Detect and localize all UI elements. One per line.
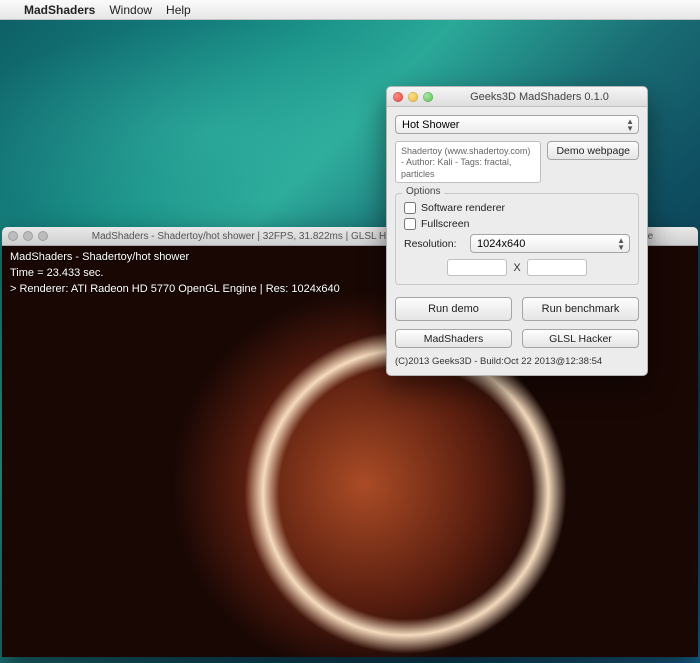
close-icon[interactable] [8, 231, 18, 241]
minimize-icon[interactable] [23, 231, 33, 241]
zoom-icon[interactable] [423, 92, 433, 102]
chevron-updown-icon: ▲▼ [626, 118, 634, 132]
software-renderer-input[interactable] [404, 202, 416, 214]
settings-window: Geeks3D MadShaders 0.1.0 Hot Shower ▲▼ S… [386, 86, 648, 376]
overlay-line-time: Time = 23.433 sec. [10, 266, 340, 282]
resolution-select-value: 1024x640 [477, 238, 525, 250]
fullscreen-label: Fullscreen [421, 218, 469, 230]
menubar-item-help[interactable]: Help [166, 3, 191, 17]
menubar: MadShaders Window Help [0, 0, 700, 20]
software-renderer-label: Software renderer [421, 202, 505, 214]
settings-window-title: Geeks3D MadShaders 0.1.0 [438, 91, 641, 103]
width-input[interactable] [447, 259, 507, 276]
demo-webpage-button[interactable]: Demo webpage [547, 141, 639, 160]
zoom-icon[interactable] [38, 231, 48, 241]
menubar-item-window[interactable]: Window [109, 3, 152, 17]
options-group-label: Options [402, 186, 444, 197]
dimension-separator: X [513, 262, 520, 274]
software-renderer-checkbox[interactable]: Software renderer [404, 202, 630, 214]
fullscreen-checkbox[interactable]: Fullscreen [404, 218, 630, 230]
fullscreen-input[interactable] [404, 218, 416, 230]
resolution-label: Resolution: [404, 238, 464, 250]
minimize-icon[interactable] [408, 92, 418, 102]
run-demo-button[interactable]: Run demo [395, 297, 512, 321]
madshaders-button[interactable]: MadShaders [395, 329, 512, 348]
copyright-text: (C)2013 Geeks3D - Build:Oct 22 2013@12:3… [395, 356, 639, 367]
close-icon[interactable] [393, 92, 403, 102]
run-benchmark-button[interactable]: Run benchmark [522, 297, 639, 321]
demo-select[interactable]: Hot Shower ▲▼ [395, 115, 639, 134]
glsl-hacker-button[interactable]: GLSL Hacker [522, 329, 639, 348]
chevron-updown-icon: ▲▼ [617, 237, 625, 251]
demo-info-text: Shadertoy (www.shadertoy.com) - Author: … [395, 141, 541, 183]
options-group: Options Software renderer Fullscreen Res… [395, 193, 639, 285]
resolution-select[interactable]: 1024x640 ▲▼ [470, 234, 630, 253]
height-input[interactable] [527, 259, 587, 276]
render-overlay: MadShaders - Shadertoy/hot shower Time =… [10, 250, 340, 298]
overlay-line-renderer: > Renderer: ATI Radeon HD 5770 OpenGL En… [10, 282, 340, 298]
menubar-app-name[interactable]: MadShaders [24, 3, 95, 17]
overlay-line-title: MadShaders - Shadertoy/hot shower [10, 250, 340, 266]
settings-window-titlebar[interactable]: Geeks3D MadShaders 0.1.0 [387, 87, 647, 107]
demo-select-value: Hot Shower [402, 119, 459, 131]
